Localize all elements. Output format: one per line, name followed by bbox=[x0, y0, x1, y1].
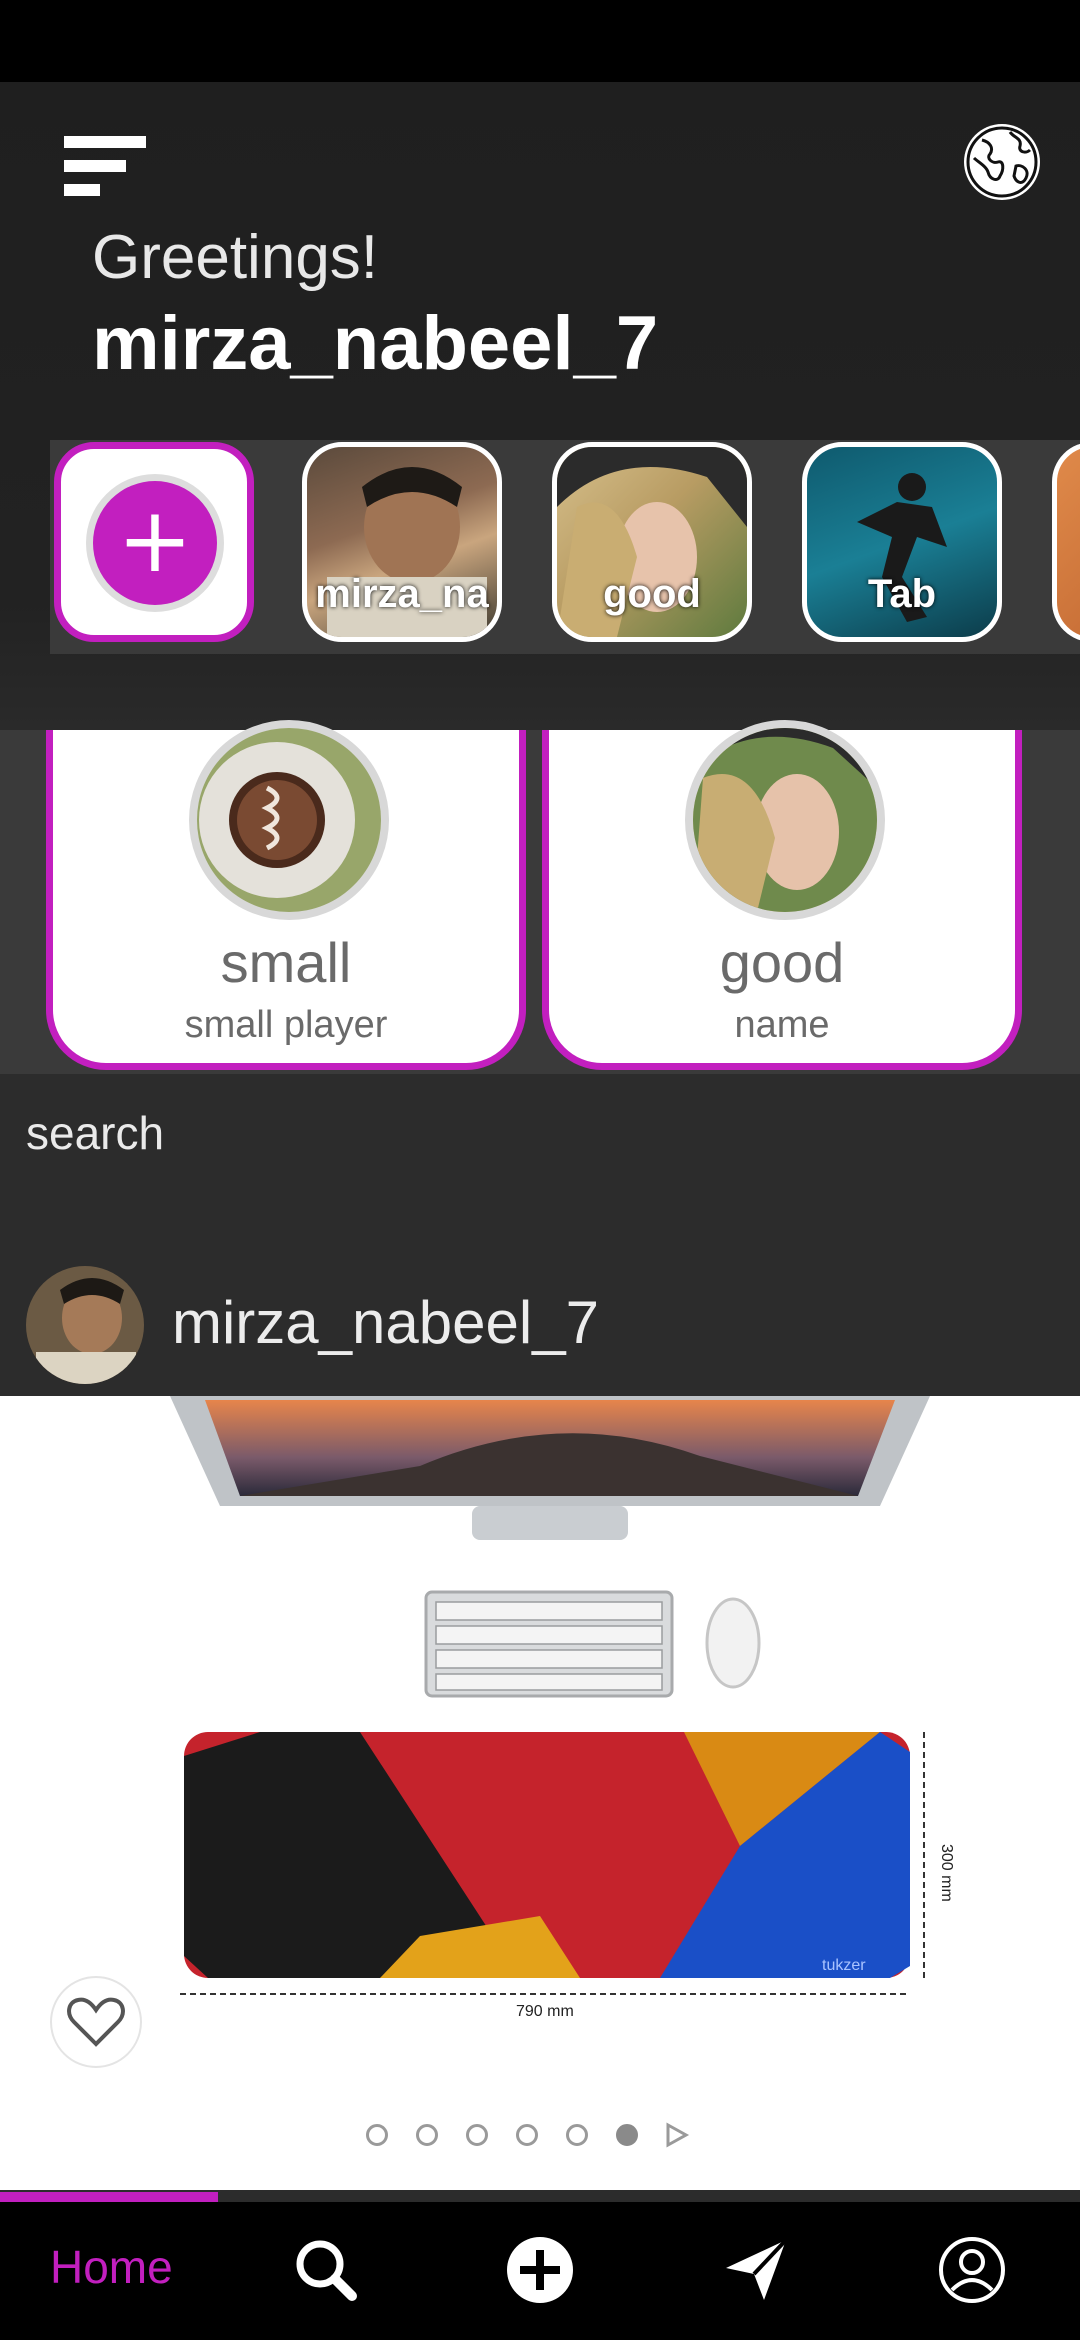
story-item[interactable]: good bbox=[552, 442, 752, 642]
search-icon[interactable] bbox=[290, 2234, 362, 2306]
brand-mark: tukzer bbox=[822, 1957, 866, 1974]
add-icon[interactable] bbox=[504, 2234, 576, 2306]
card-subtitle: small player bbox=[184, 1004, 388, 1046]
post-image[interactable]: tukzer 790 mm 300 mm bbox=[0, 1396, 1080, 2190]
bottom-nav: Home bbox=[0, 2202, 1080, 2340]
width-caption: 790 mm bbox=[516, 2003, 574, 2020]
carousel-dot[interactable] bbox=[566, 2124, 588, 2146]
carousel-dot[interactable] bbox=[416, 2124, 438, 2146]
upload-progress bbox=[0, 2192, 218, 2202]
card-subtitle: name bbox=[734, 1004, 830, 1046]
card-title: small bbox=[220, 931, 352, 994]
carousel-dot[interactable] bbox=[366, 2124, 388, 2146]
story-label: mirza_na bbox=[315, 572, 489, 616]
carousel-dot[interactable] bbox=[516, 2124, 538, 2146]
like-button[interactable] bbox=[50, 1976, 142, 2068]
story-item[interactable] bbox=[1052, 442, 1080, 642]
card-title: good bbox=[719, 931, 845, 994]
carousel-dot[interactable] bbox=[466, 2124, 488, 2146]
status-bar bbox=[0, 0, 1080, 82]
stories-track: + mirza_na good Tab bbox=[50, 440, 1080, 654]
search-link[interactable]: search bbox=[26, 1106, 164, 1160]
suggestions-panel: small small player good name bbox=[0, 720, 1080, 1074]
height-caption: 300 mm bbox=[938, 1844, 955, 1902]
profile-icon[interactable] bbox=[936, 2234, 1008, 2306]
greeting-text: Greetings! bbox=[92, 223, 379, 292]
post-avatar[interactable] bbox=[26, 1266, 144, 1384]
story-label: good bbox=[603, 572, 701, 616]
product-photo: tukzer 790 mm 300 mm bbox=[170, 1396, 955, 2020]
globe-icon[interactable] bbox=[960, 120, 1044, 204]
heart-icon bbox=[67, 1997, 125, 2047]
story-label: Tab bbox=[867, 572, 937, 616]
stories-row[interactable]: + mirza_na good Tab bbox=[50, 440, 1080, 654]
post-username[interactable]: mirza_nabeel_7 bbox=[172, 1288, 599, 1357]
plus-icon: + bbox=[93, 481, 217, 605]
card-avatar bbox=[685, 720, 885, 920]
play-icon[interactable] bbox=[664, 2122, 690, 2148]
add-story-button[interactable]: + bbox=[54, 442, 254, 642]
suggestion-card[interactable]: small small player bbox=[46, 720, 526, 1070]
menu-icon[interactable] bbox=[64, 136, 146, 200]
carousel-dot-active[interactable] bbox=[616, 2124, 638, 2146]
nav-home[interactable]: Home bbox=[50, 2240, 173, 2294]
suggestion-card[interactable]: good name bbox=[542, 720, 1022, 1070]
story-item[interactable]: mirza_na bbox=[302, 442, 502, 642]
send-icon[interactable] bbox=[720, 2234, 792, 2306]
username-title: mirza_nabeel_7 bbox=[92, 301, 659, 386]
story-item[interactable]: Tab bbox=[802, 442, 1002, 642]
card-avatar bbox=[189, 720, 389, 920]
